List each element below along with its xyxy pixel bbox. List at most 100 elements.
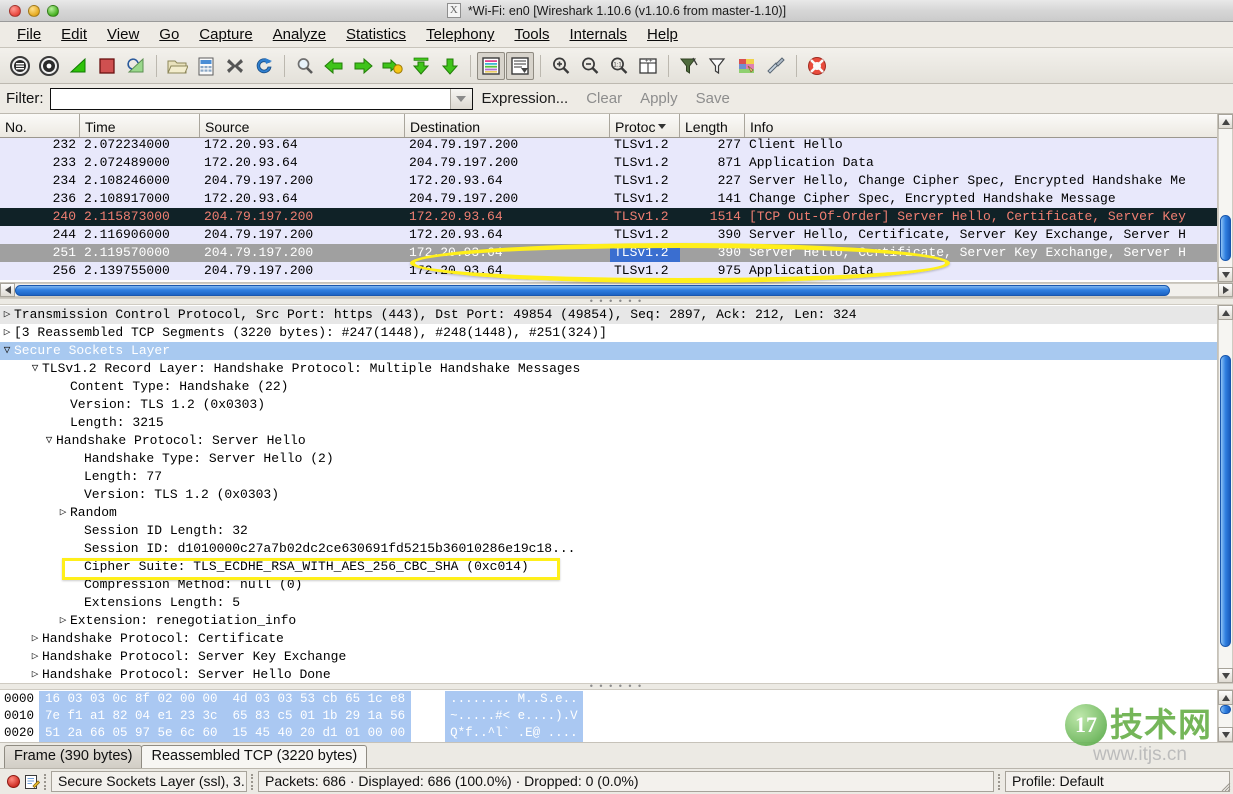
window-resize-grip-icon[interactable] — [1219, 780, 1231, 792]
menu-view[interactable]: View — [98, 24, 148, 45]
preferences-button[interactable] — [762, 52, 790, 80]
save-filter-button[interactable]: Save — [687, 90, 739, 107]
open-file-button[interactable] — [163, 52, 191, 80]
reload-file-button[interactable] — [250, 52, 278, 80]
twisty-collapsed-icon[interactable]: ▷ — [28, 648, 42, 666]
column-header-length[interactable]: Length — [680, 114, 745, 137]
table-row-selected[interactable]: 251 2.119570000 204.79.197.200 172.20.93… — [0, 244, 1217, 262]
detail-row[interactable]: ▽ Handshake Protocol: Server Hello — [0, 432, 1217, 450]
detail-row[interactable]: ▷ [3 Reassembled TCP Segments (3220 byte… — [0, 324, 1217, 342]
detail-row[interactable]: ▷ Content Type: Handshake (22) — [0, 378, 1217, 396]
column-header-time[interactable]: Time — [80, 114, 200, 137]
close-window-button[interactable] — [9, 4, 21, 17]
hscroll-left-button[interactable] — [0, 283, 15, 297]
packet-detail-tree[interactable]: ▷ Transmission Control Protocol, Src Por… — [0, 305, 1217, 683]
go-first-packet-button[interactable] — [407, 52, 435, 80]
capture-file-properties-icon[interactable] — [24, 774, 40, 790]
go-last-packet-button[interactable] — [436, 52, 464, 80]
column-header-destination[interactable]: Destination — [405, 114, 610, 137]
hex-scroll-thumb[interactable] — [1220, 705, 1231, 715]
twisty-collapsed-icon[interactable]: ▷ — [56, 504, 70, 522]
hex-dump[interactable]: 0000 16 03 03 0c 8f 02 00 00 4d 03 03 53… — [0, 690, 1217, 742]
column-header-protocol[interactable]: Protoc — [610, 114, 680, 137]
go-forward-button[interactable] — [349, 52, 377, 80]
column-header-info[interactable]: Info — [745, 114, 1217, 137]
detail-row[interactable]: ▷ Transmission Control Protocol, Src Por… — [0, 306, 1217, 324]
hex-row[interactable]: 0000 16 03 03 0c 8f 02 00 00 4d 03 03 53… — [4, 691, 1217, 708]
close-file-button[interactable] — [221, 52, 249, 80]
filter-history-dropdown[interactable] — [449, 88, 472, 109]
twisty-collapsed-icon[interactable]: ▷ — [56, 612, 70, 630]
detail-row[interactable]: ▷ Extensions Length: 5 — [0, 594, 1217, 612]
pane-splitter-top[interactable]: • • • • • • — [0, 297, 1233, 306]
detail-row[interactable]: ▷ Session ID Length: 32 — [0, 522, 1217, 540]
hex-scroll-down-button[interactable] — [1218, 727, 1233, 742]
clear-filter-button[interactable]: Clear — [577, 90, 631, 107]
menu-capture[interactable]: Capture — [190, 24, 261, 45]
twisty-collapsed-icon[interactable]: ▷ — [0, 324, 14, 342]
filter-input[interactable] — [50, 88, 450, 109]
detail-row[interactable]: ▷ Version: TLS 1.2 (0x0303) — [0, 396, 1217, 414]
help-button[interactable] — [803, 52, 831, 80]
detail-scroll-down-button[interactable] — [1218, 668, 1233, 683]
column-header-source[interactable]: Source — [200, 114, 405, 137]
maximize-window-button[interactable] — [47, 4, 59, 17]
detail-row[interactable]: ▷ Version: TLS 1.2 (0x0303) — [0, 486, 1217, 504]
twisty-collapsed-icon[interactable]: ▷ — [28, 666, 42, 683]
detail-row-selected[interactable]: ▽ Secure Sockets Layer — [0, 342, 1217, 360]
tab-frame[interactable]: Frame (390 bytes) — [4, 745, 143, 768]
menu-go[interactable]: Go — [150, 24, 188, 45]
table-row[interactable]: 232 2.072234000 172.20.93.64 204.79.197.… — [0, 138, 1217, 154]
minimize-window-button[interactable] — [28, 4, 40, 17]
twisty-collapsed-icon[interactable]: ▷ — [0, 306, 14, 324]
save-file-button[interactable] — [192, 52, 220, 80]
column-header-no[interactable]: No. — [0, 114, 80, 137]
detail-row[interactable]: ▷ Session ID: d1010000c27a7b02dc2ce63069… — [0, 540, 1217, 558]
detail-row[interactable]: ▷ Handshake Protocol: Server Hello Done — [0, 666, 1217, 683]
detail-row-cipher-suite[interactable]: ▷ Cipher Suite: TLS_ECDHE_RSA_WITH_AES_2… — [0, 558, 1217, 576]
capture-filters-button[interactable] — [675, 52, 703, 80]
detail-row[interactable]: ▽ TLSv1.2 Record Layer: Handshake Protoc… — [0, 360, 1217, 378]
twisty-expanded-icon[interactable]: ▽ — [42, 432, 56, 450]
detail-scroll-thumb[interactable] — [1220, 354, 1231, 648]
menu-statistics[interactable]: Statistics — [337, 24, 415, 45]
capture-options-button[interactable] — [35, 52, 63, 80]
packet-list-scroll-up-button[interactable] — [1218, 114, 1233, 129]
detail-row[interactable]: ▷ Compression Method: null (0) — [0, 576, 1217, 594]
detail-row[interactable]: ▷ Length: 77 — [0, 468, 1217, 486]
menu-tools[interactable]: Tools — [505, 24, 558, 45]
menu-internals[interactable]: Internals — [560, 24, 636, 45]
menu-file[interactable]: File — [8, 24, 50, 45]
menu-edit[interactable]: Edit — [52, 24, 96, 45]
hex-row[interactable]: 0020 51 2a 66 05 97 5e 6c 60 15 45 40 20… — [4, 725, 1217, 742]
detail-row[interactable]: ▷ Handshake Protocol: Certificate — [0, 630, 1217, 648]
status-profile-field[interactable]: Profile: Default — [1005, 771, 1230, 792]
detail-row[interactable]: ▷ Extension: renegotiation_info — [0, 612, 1217, 630]
apply-filter-button[interactable]: Apply — [631, 90, 687, 107]
menu-analyze[interactable]: Analyze — [264, 24, 335, 45]
packet-list-scroll-track[interactable] — [1218, 129, 1233, 267]
detail-row[interactable]: ▷ Handshake Protocol: Server Key Exchang… — [0, 648, 1217, 666]
filter-input-wrapper[interactable] — [49, 87, 473, 110]
hscroll-right-button[interactable] — [1218, 283, 1233, 297]
hex-scroll-up-button[interactable] — [1218, 690, 1233, 705]
detail-row[interactable]: ▷ Random — [0, 504, 1217, 522]
twisty-expanded-icon[interactable]: ▽ — [28, 360, 42, 378]
table-row[interactable]: 256 2.139755000 204.79.197.200 172.20.93… — [0, 262, 1217, 280]
twisty-expanded-icon[interactable]: ▽ — [0, 342, 14, 360]
hex-vscrollbar[interactable] — [1217, 690, 1233, 742]
detail-row[interactable]: ▷ Handshake Type: Server Hello (2) — [0, 450, 1217, 468]
expression-button[interactable]: Expression... — [473, 90, 578, 107]
zoom-normal-button[interactable]: 1:1 — [605, 52, 633, 80]
table-row[interactable]: 240 2.115873000 204.79.197.200 172.20.93… — [0, 208, 1217, 226]
interfaces-button[interactable] — [6, 52, 34, 80]
zoom-out-button[interactable] — [576, 52, 604, 80]
restart-capture-button[interactable] — [122, 52, 150, 80]
packet-list-rows[interactable]: 232 2.072234000 172.20.93.64 204.79.197.… — [0, 138, 1217, 282]
status-expert-field[interactable]: Secure Sockets Layer (ssl), 3... — [51, 771, 247, 792]
detail-row[interactable]: ▷ Length: 3215 — [0, 414, 1217, 432]
go-back-button[interactable] — [320, 52, 348, 80]
packet-list-scroll-thumb[interactable] — [1220, 214, 1231, 262]
tab-reassembled-tcp[interactable]: Reassembled TCP (3220 bytes) — [141, 745, 368, 768]
pane-splitter-bottom[interactable]: • • • • • • — [0, 682, 1233, 691]
